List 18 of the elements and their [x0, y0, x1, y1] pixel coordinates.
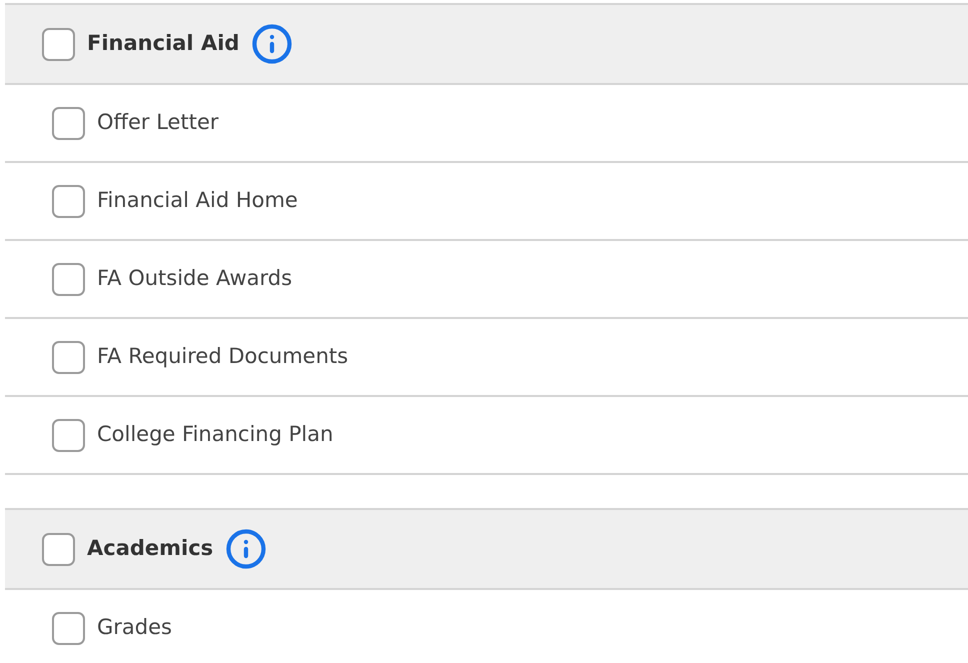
checkbox[interactable]	[52, 418, 85, 452]
checkbox[interactable]	[42, 28, 75, 60]
checkbox[interactable]	[52, 612, 85, 644]
checkbox[interactable]	[52, 340, 85, 374]
section-title: Financial Aid	[87, 30, 240, 58]
checkbox[interactable]	[52, 106, 85, 140]
checkbox[interactable]	[52, 184, 85, 218]
section-title: Academics	[87, 535, 214, 562]
option-label: College Financing Plan	[97, 421, 334, 448]
info-icon[interactable]	[251, 23, 294, 65]
option-label: Offer Letter	[97, 109, 218, 136]
option-label: FA Outside Awards	[97, 265, 292, 292]
info-icon[interactable]	[225, 528, 268, 570]
option-label: Financial Aid Home	[97, 187, 298, 214]
option-label: FA Required Documents	[97, 343, 348, 370]
option-label: Grades	[97, 614, 172, 642]
checkbox[interactable]	[42, 532, 75, 566]
checkbox[interactable]	[52, 262, 85, 296]
